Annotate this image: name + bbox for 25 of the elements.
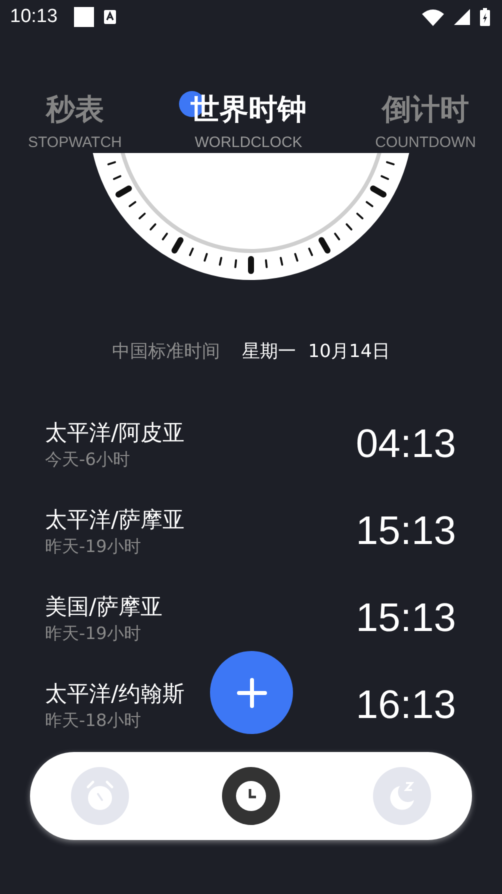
tab[interactable]: 秒表 STOPWATCH xyxy=(16,88,122,151)
city-name: 太平洋/约翰斯 xyxy=(45,680,184,708)
city-time: 16:13 xyxy=(356,683,456,728)
time-offset: 昨天-19小时 xyxy=(45,536,142,558)
city-time: 15:13 xyxy=(356,596,456,641)
city-name: 太平洋/阿皮亚 xyxy=(45,420,184,448)
status-time: 10:13 xyxy=(10,6,58,28)
timezone-label: 中国标准时间 xyxy=(112,340,220,363)
clock-icon xyxy=(236,781,266,811)
notification-square-icon xyxy=(74,7,94,27)
time-offset: 昨天-19小时 xyxy=(45,622,142,644)
signal-icon xyxy=(454,9,470,25)
battery-icon xyxy=(480,8,490,26)
wifi-icon xyxy=(422,8,444,26)
keyboard-a-icon xyxy=(104,10,116,24)
time-offset: 今天-6小时 xyxy=(45,448,131,470)
time-offset: 昨天-18小时 xyxy=(45,710,142,732)
city-time: 15:13 xyxy=(356,509,456,554)
weekday-text: 星期一 xyxy=(242,340,296,363)
city-name: 美国/萨摩亚 xyxy=(45,594,162,622)
tab[interactable]: 倒计时 COUNTDOWN xyxy=(363,88,476,151)
date-text: 10月14日 xyxy=(308,340,390,363)
city-time: 04:13 xyxy=(356,422,456,467)
city-name: 太平洋/萨摩亚 xyxy=(45,506,184,534)
plus-icon xyxy=(236,678,266,708)
